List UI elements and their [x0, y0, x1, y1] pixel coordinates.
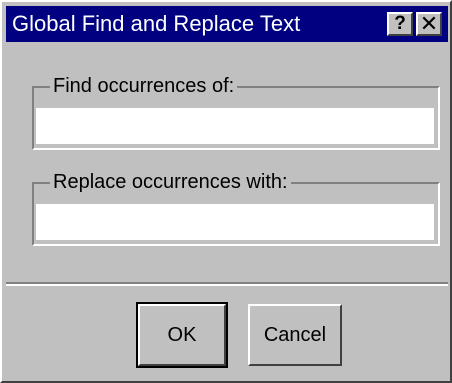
find-input[interactable] — [36, 108, 434, 144]
replace-label: Replace occurrences with: — [50, 170, 291, 194]
help-icon: ? — [394, 13, 406, 34]
find-label: Find occurrences of: — [50, 74, 238, 98]
replace-input[interactable] — [36, 204, 434, 240]
help-button[interactable]: ? — [387, 12, 413, 36]
window-title: Global Find and Replace Text — [12, 11, 301, 36]
separator — [6, 282, 448, 286]
cancel-button[interactable]: Cancel — [248, 304, 342, 366]
find-replace-dialog: Global Find and Replace Text ? ✕ Find oc… — [0, 0, 452, 383]
find-group: Find occurrences of: — [32, 74, 440, 150]
ok-button[interactable]: OK — [136, 302, 228, 368]
close-button[interactable]: ✕ — [416, 12, 442, 36]
close-icon: ✕ — [419, 11, 439, 36]
replace-group: Replace occurrences with: — [32, 170, 440, 246]
title-bar[interactable]: Global Find and Replace Text ? ✕ — [6, 6, 448, 42]
